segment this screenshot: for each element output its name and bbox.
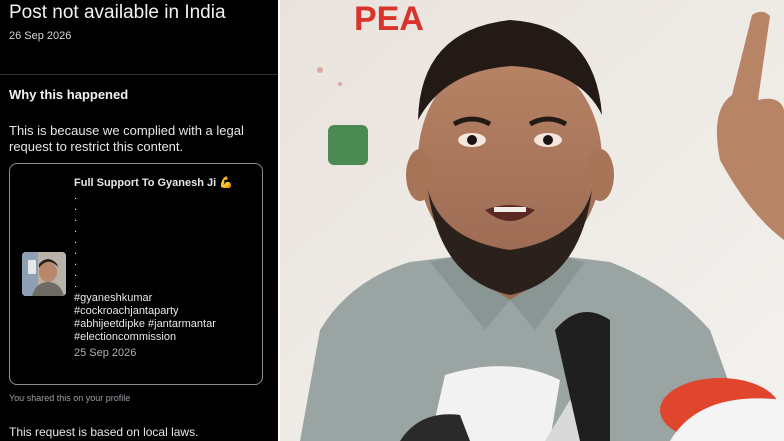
dot-line: .: [74, 278, 78, 290]
why-heading: Why this happened: [9, 87, 129, 102]
post-hashtags: #gyaneshkumar #cockroachjantaparty #abhi…: [74, 292, 258, 344]
dot-line: .: [74, 190, 78, 202]
shared-note: You shared this on your profile: [9, 393, 131, 403]
dot-line: .: [74, 201, 78, 213]
dot-line: .: [74, 234, 78, 246]
restricted-post-card[interactable]: Full Support To Gyanesh Ji 💪 . . . . . .…: [9, 163, 263, 385]
divider: [0, 74, 278, 75]
post-headline: Full Support To Gyanesh Ji 💪: [74, 177, 233, 189]
post-date: 25 Sep 2026: [74, 347, 137, 359]
dot-line: .: [74, 256, 78, 268]
press-conference-photo: PEA: [280, 0, 784, 441]
restriction-notice-panel: Post not available in India 26 Sep 2026 …: [0, 0, 278, 441]
post-dots: . . . . . . . . .: [74, 191, 258, 290]
hashtag-line[interactable]: #abhijeetdipke #jantarmantar: [74, 318, 258, 331]
dot-line: .: [74, 245, 78, 257]
notice-title: Post not available in India: [9, 2, 226, 23]
post-thumbnail: [22, 252, 66, 296]
dot-line: .: [74, 212, 78, 224]
explanation-text: This is because we complied with a legal…: [9, 123, 244, 154]
post-content: Full Support To Gyanesh Ji 💪 . . . . . .…: [74, 176, 258, 359]
notice-date: 26 Sep 2026: [9, 30, 72, 42]
dot-line: .: [74, 267, 78, 279]
hashtag-line[interactable]: #cockroachjantaparty: [74, 305, 258, 318]
dot-line: .: [74, 223, 78, 235]
hashtag-line[interactable]: #electioncommission: [74, 331, 258, 344]
hashtag-line[interactable]: #gyaneshkumar: [74, 292, 258, 305]
local-laws-text: This request is based on local laws.: [9, 425, 199, 439]
banner-text: PEA: [354, 0, 424, 38]
speaker-illustration: PEA: [280, 0, 784, 441]
